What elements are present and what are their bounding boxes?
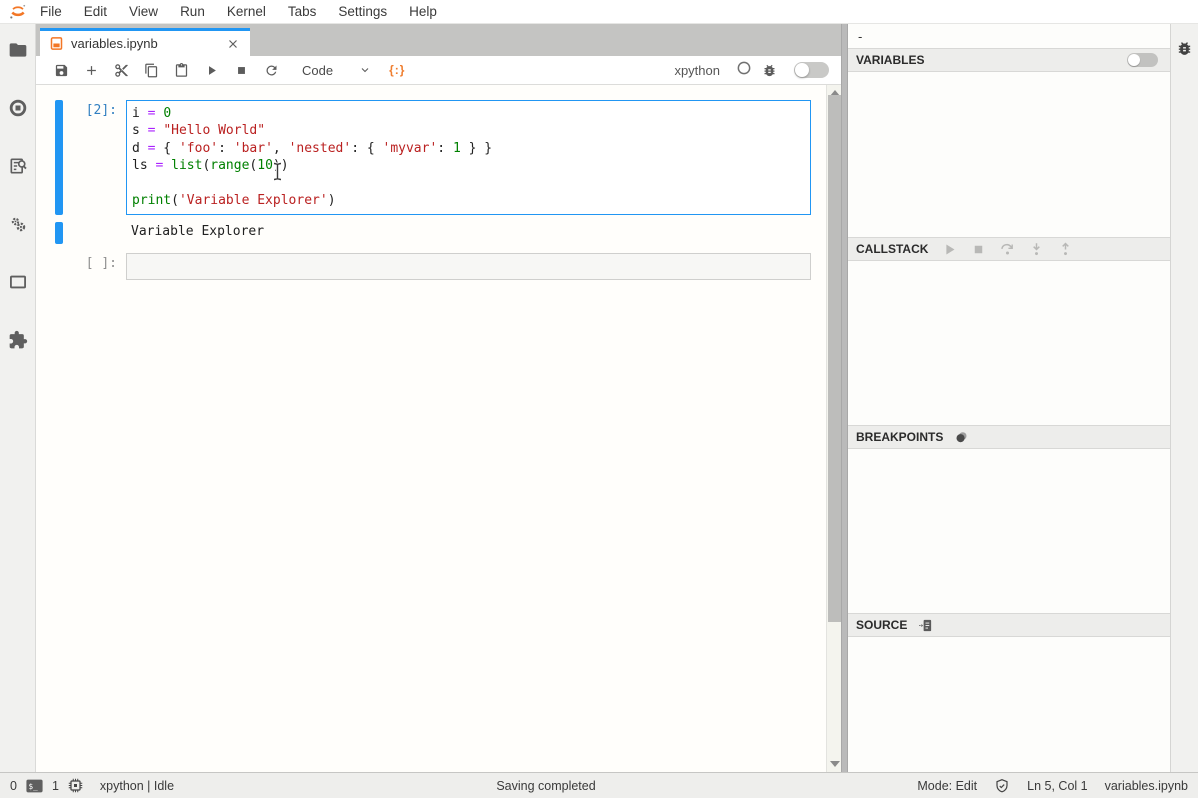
notebook-scrollbar[interactable]	[826, 85, 841, 772]
tab-variables-ipynb[interactable]: variables.ipynb	[40, 28, 250, 56]
debugger-panel: - VARIABLES CALLSTACK BREAKPOI	[848, 24, 1170, 772]
insert-cell-button[interactable]	[78, 58, 104, 82]
menu-item-run[interactable]: Run	[169, 0, 216, 23]
breakpoints-body	[848, 449, 1170, 613]
property-inspector-icon[interactable]	[8, 214, 28, 239]
dock-tab-bar: variables.ipynb	[36, 24, 841, 56]
menu-item-settings[interactable]: Settings	[327, 0, 398, 23]
cell-output-collapser[interactable]	[55, 222, 63, 244]
code-cell-empty: [ ]:	[55, 253, 811, 280]
menu-item-edit[interactable]: Edit	[73, 0, 118, 23]
source-label: SOURCE	[856, 618, 907, 632]
mode-indicator[interactable]: Mode: Edit	[917, 779, 977, 793]
cell-execution-prompt: [ ]:	[63, 253, 126, 280]
variables-view-toggle[interactable]	[1127, 53, 1158, 67]
code-cell-active: [2]: i = 0s = "Hello World"d = { 'foo': …	[55, 100, 811, 215]
active-file-name: variables.ipynb	[1105, 779, 1188, 793]
callstack-body	[848, 261, 1170, 425]
menu-item-help[interactable]: Help	[398, 0, 448, 23]
callstack-section-header[interactable]: CALLSTACK	[848, 237, 1170, 261]
notebook-file-icon	[49, 36, 64, 51]
status-bar: 0 $_ 1 xpython | Idle Saving completed M…	[0, 772, 1198, 798]
output-prompt-spacer	[63, 222, 126, 244]
paste-cell-button[interactable]	[168, 58, 194, 82]
tab-close-icon[interactable]	[225, 36, 241, 52]
breakpoints-label: BREAKPOINTS	[856, 430, 943, 444]
status-notification: Saving completed	[496, 779, 595, 793]
variables-section-header[interactable]: VARIABLES	[848, 48, 1170, 72]
cell-type-value: Code	[302, 63, 333, 78]
cell-input-collapser[interactable]	[55, 100, 63, 215]
cell-type-dropdown[interactable]: Code	[288, 63, 379, 78]
left-sidebar	[0, 24, 36, 772]
panel-splitter[interactable]	[841, 24, 848, 772]
restart-kernel-button[interactable]	[258, 58, 284, 82]
interrupt-kernel-button[interactable]	[228, 58, 254, 82]
copy-cell-button[interactable]	[138, 58, 164, 82]
step-out-icon[interactable]	[1058, 242, 1073, 257]
step-in-icon[interactable]	[1029, 242, 1044, 257]
menu-item-tabs[interactable]: Tabs	[277, 0, 328, 23]
file-browser-icon[interactable]	[8, 40, 28, 65]
extension-manager-icon[interactable]	[8, 330, 28, 355]
cell-output-text: Variable Explorer	[126, 222, 811, 244]
continue-icon[interactable]	[942, 242, 957, 257]
running-kernels-icon[interactable]	[8, 98, 28, 123]
terminate-icon[interactable]	[971, 242, 986, 257]
command-palette-icon[interactable]	[8, 156, 28, 181]
menu-items: FileEditViewRunKernelTabsSettingsHelp	[29, 0, 448, 23]
cell-output-row: Variable Explorer	[55, 222, 811, 244]
menu-item-file[interactable]: File	[29, 0, 73, 23]
debugger-panel-title: -	[848, 24, 1170, 48]
kernel-chip-icon	[68, 778, 83, 793]
open-tabs-icon[interactable]	[8, 272, 28, 297]
save-button[interactable]	[48, 58, 74, 82]
main-area: variables.ipynb Co	[36, 24, 841, 772]
step-over-icon[interactable]	[1000, 242, 1015, 257]
callstack-controls	[942, 242, 1073, 257]
remove-all-breakpoints-icon[interactable]	[954, 430, 969, 445]
callstack-label: CALLSTACK	[856, 242, 928, 256]
cursor-position[interactable]: Ln 5, Col 1	[1027, 779, 1087, 793]
run-cell-button[interactable]	[198, 58, 224, 82]
cell-code-editor[interactable]: i = 0s = "Hello World"d = { 'foo': 'bar'…	[126, 100, 811, 215]
tab-title: variables.ipynb	[71, 36, 158, 51]
scroll-down-arrow[interactable]	[830, 761, 840, 767]
terminal-icon: $_	[26, 779, 43, 793]
right-sidebar	[1170, 24, 1198, 772]
source-section-header[interactable]: SOURCE	[848, 613, 1170, 637]
cut-cell-button[interactable]	[108, 58, 134, 82]
source-body	[848, 637, 1170, 772]
cell-input-collapser	[55, 253, 63, 280]
jupyter-logo	[7, 1, 29, 23]
menu-item-view[interactable]: View	[118, 0, 169, 23]
variable-inspector-button[interactable]: {:}	[383, 63, 411, 77]
kernel-name[interactable]: xpython	[674, 63, 720, 78]
debugger-tab-bug-icon[interactable]	[1176, 40, 1193, 772]
notebook-toolbar: Code {:} xpython	[36, 56, 841, 85]
trust-shield-icon[interactable]	[994, 778, 1010, 794]
kernels-count[interactable]: 1	[52, 779, 59, 793]
debugger-bug-icon[interactable]	[756, 58, 782, 82]
menu-bar: FileEditViewRunKernelTabsSettingsHelp	[0, 0, 1198, 24]
debugger-toggle-switch[interactable]	[794, 62, 829, 78]
cell-execution-prompt: [2]:	[63, 100, 126, 215]
chevron-down-icon	[359, 64, 371, 76]
kernel-status-text[interactable]: xpython | Idle	[100, 779, 174, 793]
variables-label: VARIABLES	[856, 53, 924, 67]
terminals-count[interactable]: 0	[10, 779, 17, 793]
breakpoints-section-header[interactable]: BREAKPOINTS	[848, 425, 1170, 449]
svg-text:$_: $_	[29, 781, 39, 790]
scrollbar-thumb[interactable]	[828, 95, 841, 622]
notebook-content: [2]: i = 0s = "Hello World"d = { 'foo': …	[36, 85, 841, 772]
kernel-status-icon	[736, 60, 752, 81]
cell-code-editor[interactable]	[126, 253, 811, 280]
variables-body	[848, 72, 1170, 237]
menu-item-kernel[interactable]: Kernel	[216, 0, 277, 23]
open-source-icon[interactable]	[918, 618, 933, 633]
